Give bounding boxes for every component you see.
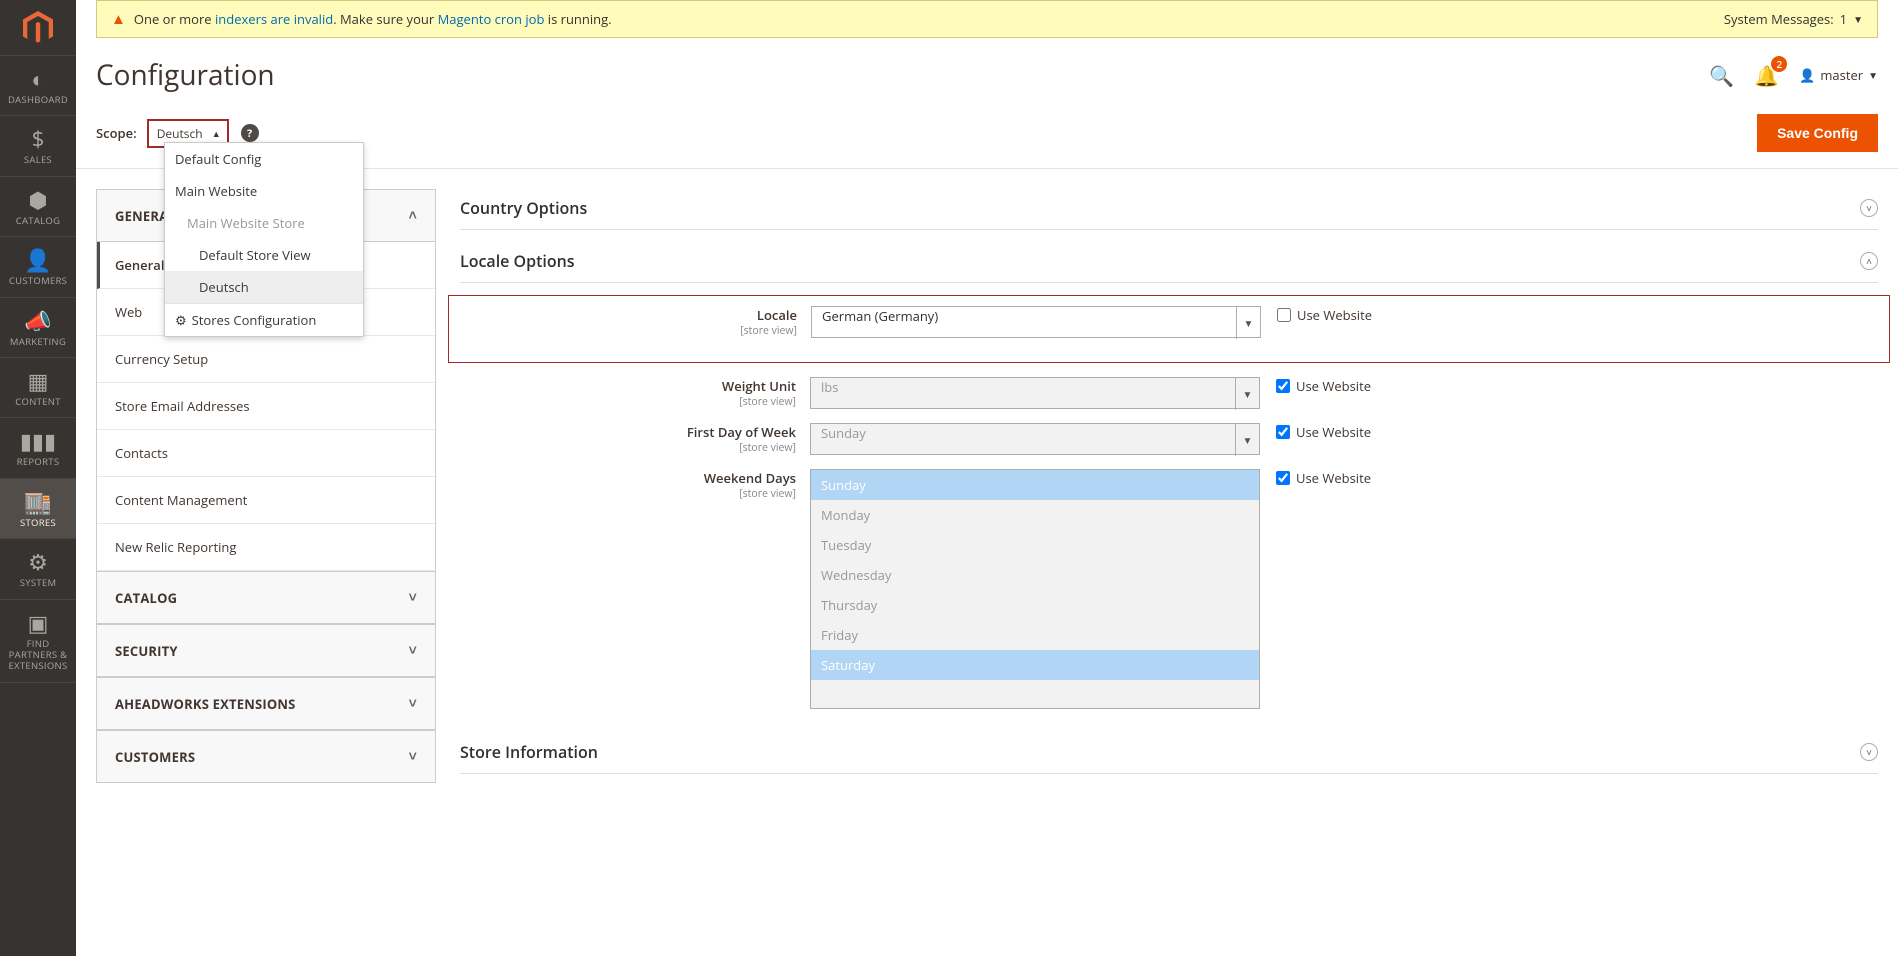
nav-content[interactable]: ▦CONTENT (0, 358, 76, 418)
indexers-link[interactable]: indexers are invalid (215, 10, 333, 28)
bars-icon: ▮▮▮ (20, 430, 56, 452)
nav-partners[interactable]: ▣FIND PARTNERS & EXTENSIONS (0, 600, 76, 683)
nav-system[interactable]: ⚙SYSTEM (0, 539, 76, 599)
weight-select: lbs ▼ (810, 377, 1260, 409)
chevron-down-icon: ▼ (1236, 307, 1260, 339)
sysmsg-text: One or more indexers are invalid. Make s… (134, 10, 612, 28)
expand-icon: ˅ (1860, 743, 1878, 761)
sysmsg-counter[interactable]: System Messages: 1 ▼ (1724, 10, 1863, 28)
weight-use-website-checkbox[interactable] (1276, 379, 1290, 393)
user-menu[interactable]: 👤 master ▼ (1799, 66, 1878, 84)
scope-option-default-config[interactable]: Default Config (165, 143, 363, 175)
dollar-icon: $ (32, 128, 45, 150)
storefront-icon: 🏬 (24, 491, 51, 513)
locale-label: Locale (757, 306, 797, 324)
weekend-label: Weekend Days (704, 469, 796, 487)
scope-dropdown: Default Config Main Website Main Website… (164, 142, 364, 337)
person-icon: 👤 (24, 249, 51, 271)
cfg-item-contacts[interactable]: Contacts (97, 430, 435, 477)
expand-icon: ˅ (1860, 199, 1878, 217)
cron-link[interactable]: Magento cron job (438, 10, 545, 28)
chevron-down-icon: ˅ (409, 747, 417, 766)
nav-sales[interactable]: $SALES (0, 116, 76, 176)
search-button[interactable]: 🔍 (1709, 62, 1734, 89)
admin-sidebar: ◐DASHBOARD $SALES ⬢CATALOG 👤CUSTOMERS 📣M… (0, 0, 76, 956)
firstday-use-website[interactable]: Use Website (1260, 423, 1371, 441)
gauge-icon: ◐ (31, 68, 44, 90)
cfg-group-security[interactable]: SECURITY ˅ (97, 625, 435, 677)
cube-icon: ⬢ (28, 189, 47, 211)
weekend-use-website-checkbox[interactable] (1276, 471, 1290, 485)
nav-dashboard[interactable]: ◐DASHBOARD (0, 56, 76, 116)
chevron-down-icon: ˅ (409, 641, 417, 660)
scope-option-main-website-store: Main Website Store (165, 207, 363, 239)
magento-logo[interactable] (0, 0, 76, 56)
weekend-option-wednesday[interactable]: Wednesday (811, 560, 1259, 590)
cfg-item-new-relic-reporting[interactable]: New Relic Reporting (97, 524, 435, 571)
chevron-down-icon: ▼ (1853, 12, 1863, 26)
search-icon: 🔍 (1709, 62, 1734, 89)
nav-customers[interactable]: 👤CUSTOMERS (0, 237, 76, 297)
firstday-select: Sunday ▼ (810, 423, 1260, 455)
blocks-icon: ▣ (28, 612, 49, 634)
nav-marketing[interactable]: 📣MARKETING (0, 298, 76, 358)
scope-stores-configuration[interactable]: ⚙Stores Configuration (165, 303, 363, 336)
section-locale-options[interactable]: Locale Options ˄ (460, 242, 1878, 283)
cfg-group-customers[interactable]: CUSTOMERS ˅ (97, 731, 435, 783)
weekend-option-sunday[interactable]: Sunday (811, 470, 1259, 500)
weekend-option-thursday[interactable]: Thursday (811, 590, 1259, 620)
locale-select[interactable]: German (Germany) ▼ (811, 306, 1261, 338)
chevron-down-icon: ▼ (1235, 424, 1259, 456)
warning-icon: ▲ (111, 9, 126, 29)
gear-icon: ⚙ (28, 551, 48, 573)
weekend-option-saturday[interactable]: Saturday (811, 650, 1259, 680)
scope-option-main-website[interactable]: Main Website (165, 175, 363, 207)
config-content: Country Options ˅ Locale Options ˄ Local… (460, 189, 1878, 786)
weekend-option-monday[interactable]: Monday (811, 500, 1259, 530)
firstday-label: First Day of Week (687, 423, 796, 441)
megaphone-icon: 📣 (24, 310, 51, 332)
weekend-use-website[interactable]: Use Website (1260, 469, 1371, 487)
scope-option-deutsch[interactable]: Deutsch (165, 271, 363, 303)
locale-use-website[interactable]: Use Website (1261, 306, 1372, 324)
scope-label: Scope: (96, 124, 137, 142)
nav-stores[interactable]: 🏬STORES (0, 479, 76, 539)
weight-label: Weight Unit (722, 377, 796, 395)
chevron-down-icon: ˅ (409, 694, 417, 713)
locale-use-website-checkbox[interactable] (1277, 308, 1291, 322)
weekend-option-tuesday[interactable]: Tuesday (811, 530, 1259, 560)
page-title: Configuration (96, 56, 275, 94)
weekend-multiselect: SundayMondayTuesdayWednesdayThursdayFrid… (810, 469, 1260, 709)
chevron-down-icon: ˅ (409, 588, 417, 607)
weight-use-website[interactable]: Use Website (1260, 377, 1371, 395)
scope-help-tooltip[interactable]: ? (241, 124, 259, 142)
chevron-down-icon: ▼ (1868, 68, 1878, 82)
cfg-item-store-email-addresses[interactable]: Store Email Addresses (97, 383, 435, 430)
section-country-options[interactable]: Country Options ˅ (460, 189, 1878, 230)
section-store-information[interactable]: Store Information ˅ (460, 733, 1878, 774)
chevron-down-icon: ▼ (1235, 378, 1259, 410)
layout-icon: ▦ (28, 370, 49, 392)
collapse-icon: ˄ (1860, 252, 1878, 270)
gear-icon: ⚙ (175, 311, 187, 329)
cfg-group-catalog[interactable]: CATALOG ˅ (97, 572, 435, 624)
cfg-item-content-management[interactable]: Content Management (97, 477, 435, 524)
chevron-up-icon: ˄ (409, 206, 417, 225)
notification-badge: 2 (1771, 56, 1787, 72)
firstday-use-website-checkbox[interactable] (1276, 425, 1290, 439)
cfg-group-aheadworks[interactable]: AHEADWORKS EXTENSIONS ˅ (97, 678, 435, 730)
user-icon: 👤 (1799, 66, 1815, 84)
nav-reports[interactable]: ▮▮▮REPORTS (0, 418, 76, 478)
nav-catalog[interactable]: ⬢CATALOG (0, 177, 76, 237)
notifications-button[interactable]: 🔔 2 (1754, 62, 1779, 89)
cfg-item-currency-setup[interactable]: Currency Setup (97, 336, 435, 383)
weekend-option-friday[interactable]: Friday (811, 620, 1259, 650)
save-config-button[interactable]: Save Config (1757, 114, 1878, 152)
scope-option-default-store-view[interactable]: Default Store View (165, 239, 363, 271)
system-message-bar: ▲ One or more indexers are invalid. Make… (96, 0, 1878, 38)
